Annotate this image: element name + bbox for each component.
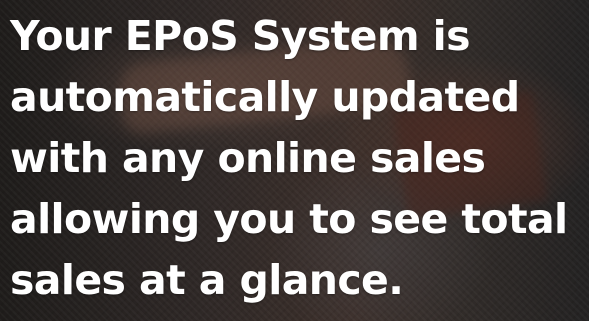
headline-line-1: Your EPoS System is bbox=[10, 12, 471, 60]
hero-banner: Your EPoS System is automatically update… bbox=[0, 0, 589, 321]
headline-line-3: with any online sales bbox=[10, 134, 486, 182]
headline: Your EPoS System is automatically update… bbox=[10, 6, 585, 311]
headline-line-5: sales at a glance. bbox=[10, 256, 404, 304]
headline-line-4: allowing you to see total bbox=[10, 195, 568, 243]
headline-line-2: automatically updated bbox=[10, 73, 520, 121]
